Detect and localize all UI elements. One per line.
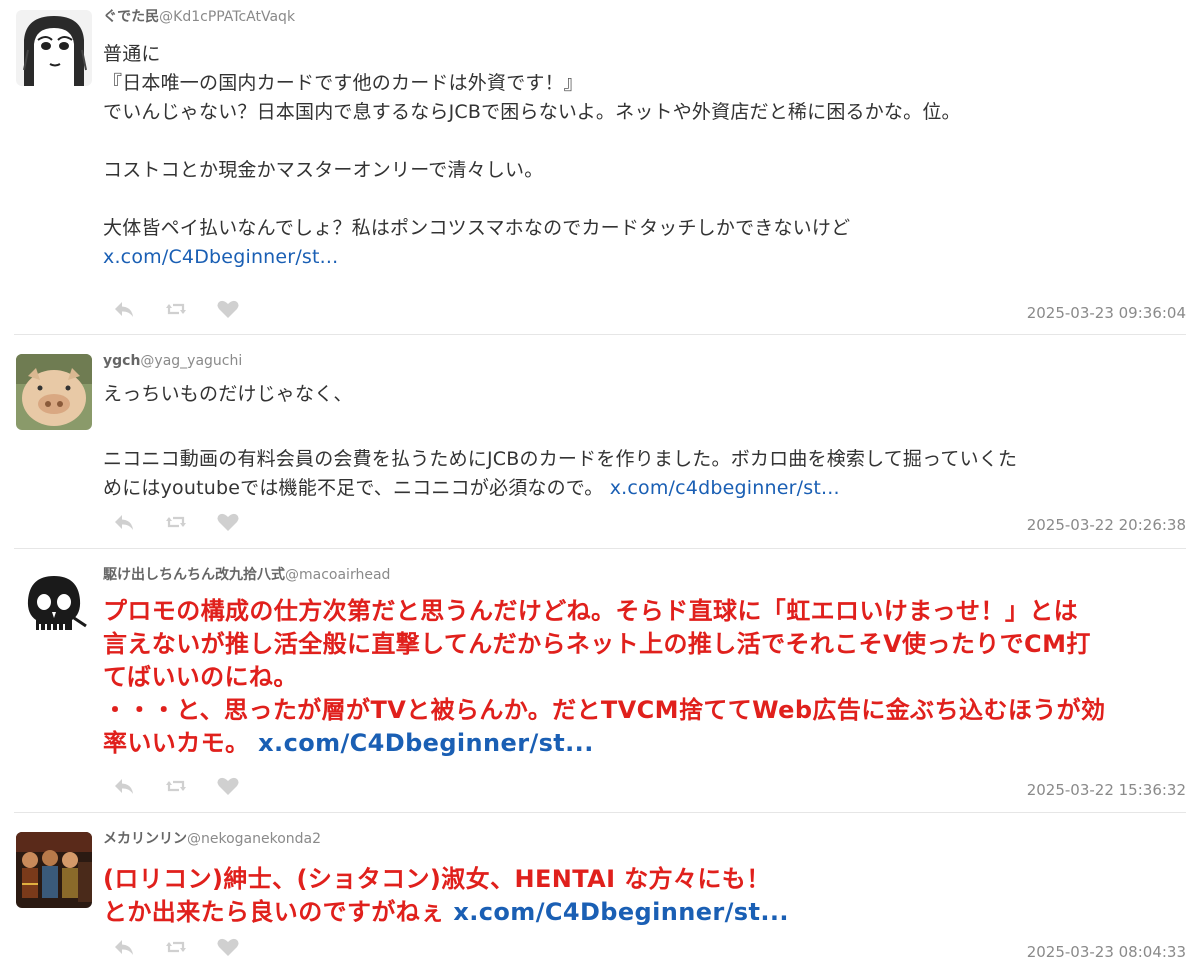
timestamp[interactable]: 2025-03-22 20:26:38 — [1027, 516, 1186, 534]
avatar[interactable] — [16, 568, 92, 644]
reply-icon[interactable] — [112, 936, 136, 958]
avatar-image — [16, 10, 92, 86]
retweet-icon[interactable] — [164, 298, 188, 320]
avatar-image — [16, 354, 92, 430]
user-line: ygch@yag_yaguchi — [103, 352, 242, 370]
tweet-actions — [112, 936, 240, 958]
retweet-icon[interactable] — [164, 936, 188, 958]
avatar-image — [16, 568, 92, 644]
text-line — [103, 185, 1183, 214]
divider — [14, 548, 1186, 549]
timestamp[interactable]: 2025-03-22 15:36:32 — [1027, 781, 1186, 799]
text-line: でいんじゃない？日本国内で息するならJCBで困らないよ。ネットや外資店だと稀に困… — [103, 101, 961, 123]
tweet-link[interactable]: x.com/c4dbeginner/st... — [610, 477, 840, 499]
like-icon[interactable] — [216, 936, 240, 958]
avatar[interactable] — [16, 354, 92, 430]
tweet-link[interactable]: x.com/C4Dbeginner/st... — [453, 898, 789, 926]
retweet-icon[interactable] — [164, 511, 188, 533]
tweet-text: プロモの構成の仕方次第だと思うんだけどね。そらド直球に「虹エロいけまっせ！」とは… — [103, 595, 1183, 760]
user-handle[interactable]: @macoairhead — [285, 567, 390, 583]
text-line — [103, 127, 1183, 156]
user-line: メカリンリン@nekoganekonda2 — [103, 830, 321, 848]
text-line: えっちいものだけじゃなく、 — [103, 383, 353, 405]
like-icon[interactable] — [216, 298, 240, 320]
user-line: 駆け出しちんちん改九拾八式@macoairhead — [103, 566, 390, 584]
user-handle[interactable]: @yag_yaguchi — [140, 353, 242, 369]
text-line: 『日本唯一の国内カードです他のカードは外資です！』 — [103, 72, 584, 94]
tweet-text: 普通に 『日本唯一の国内カードです他のカードは外資です！』 でいんじゃない？日本… — [103, 40, 1183, 272]
avatar[interactable] — [16, 10, 92, 86]
reply-icon[interactable] — [112, 298, 136, 320]
display-name[interactable]: 駆け出しちんちん改九拾八式 — [103, 567, 285, 583]
tweet-actions — [112, 298, 240, 320]
divider — [14, 334, 1186, 335]
text-line: てばいいのにね。 — [103, 663, 298, 691]
reply-icon[interactable] — [112, 775, 136, 797]
display-name[interactable]: ygch — [103, 353, 140, 369]
divider — [14, 812, 1186, 813]
timestamp[interactable]: 2025-03-23 08:04:33 — [1027, 943, 1186, 961]
tweet-link[interactable]: x.com/C4Dbeginner/st... — [258, 729, 594, 757]
display-name[interactable]: メカリンリン — [103, 831, 187, 847]
text-line: (ロリコン)紳士、(ショタコン)淑女、HENTAI な方々にも！ — [103, 865, 771, 893]
text-line: ニコニコ動画の有料会員の会費を払うためにJCBのカードを作りました。ボカロ曲を検… — [103, 448, 1018, 470]
user-line: ぐでた民@Kd1cPPATcAtVaqk — [103, 8, 295, 26]
display-name[interactable]: ぐでた民 — [103, 9, 159, 25]
timestamp[interactable]: 2025-03-23 09:36:04 — [1027, 304, 1186, 322]
text-line: めにはyoutubeでは機能不足で、ニコニコが必須なので。 — [103, 477, 604, 499]
user-handle[interactable]: @nekoganekonda2 — [187, 831, 321, 847]
user-handle[interactable]: @Kd1cPPATcAtVaqk — [159, 9, 295, 25]
text-line: プロモの構成の仕方次第だと思うんだけどね。そらド直球に「虹エロいけまっせ！」とは — [103, 597, 1079, 625]
tweet-actions — [112, 511, 240, 533]
text-line: 大体皆ペイ払いなんでしょ？私はポンコツスマホなのでカードタッチしかできないけど — [103, 217, 851, 239]
reply-icon[interactable] — [112, 511, 136, 533]
like-icon[interactable] — [216, 511, 240, 533]
text-line: 普通に — [103, 43, 161, 65]
avatar[interactable] — [16, 832, 92, 908]
tweet-link[interactable]: x.com/C4Dbeginner/st... — [103, 246, 338, 268]
text-line — [103, 409, 1183, 438]
avatar-image — [16, 832, 92, 908]
text-line: とか出来たら良いのですがねぇ — [103, 898, 445, 926]
tweet-text: えっちいものだけじゃなく、 ニコニコ動画の有料会員の会費を払うためにJCBのカー… — [103, 380, 1183, 503]
text-line: 言えないが推し活全般に直撃してんだからネット上の推し活でそれこそV使ったりでCM… — [103, 630, 1091, 658]
text-line: コストコとか現金かマスターオンリーで清々しい。 — [103, 159, 544, 181]
tweet-text: (ロリコン)紳士、(ショタコン)淑女、HENTAI な方々にも！ とか出来たら良… — [103, 863, 1183, 929]
text-line: 率いいカモ。 — [103, 729, 250, 757]
text-line: ・・・と、思ったが層がTVと被らんか。だとTVCM捨ててWeb広告に金ぶち込むほ… — [103, 696, 1106, 724]
like-icon[interactable] — [216, 775, 240, 797]
retweet-icon[interactable] — [164, 775, 188, 797]
tweet-actions — [112, 775, 240, 797]
